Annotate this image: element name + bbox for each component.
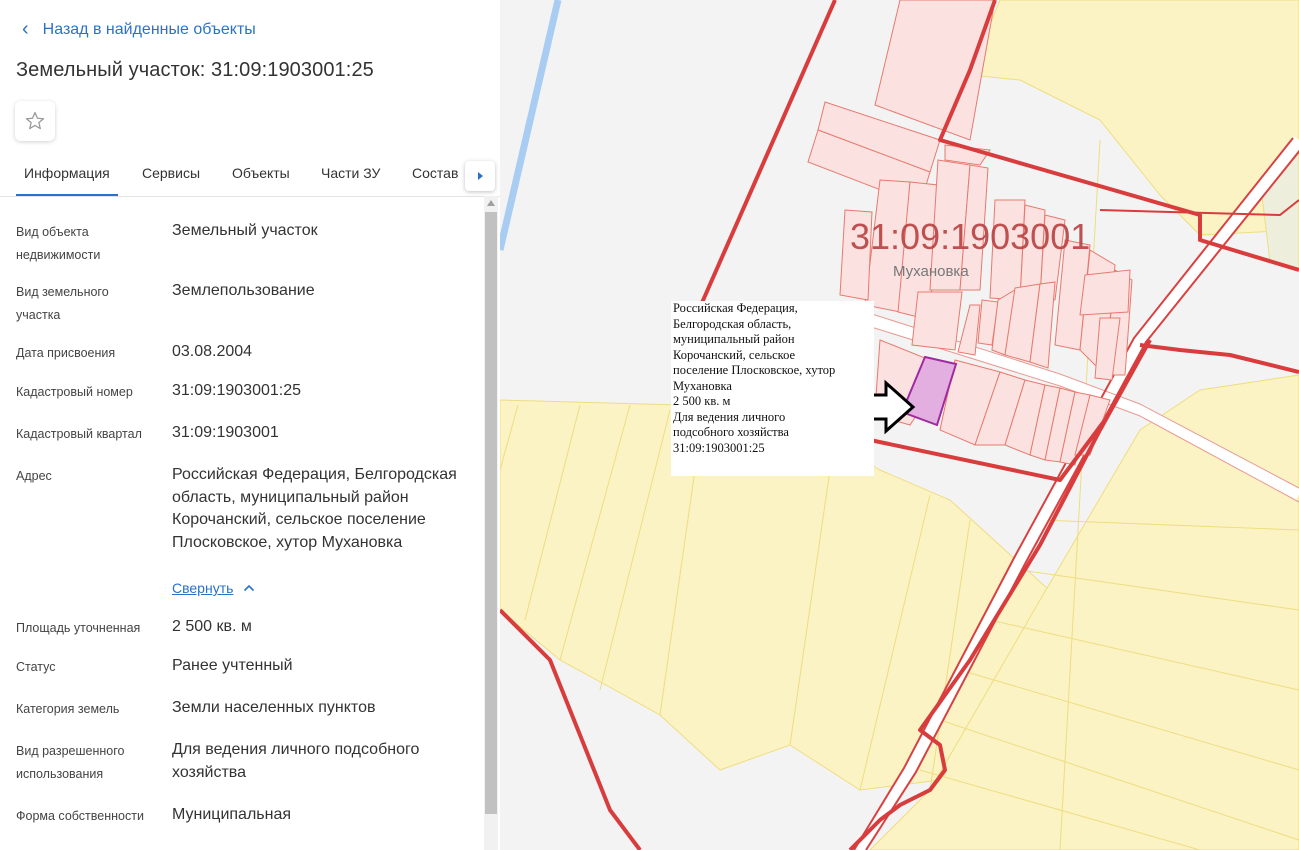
field-value-cadastral-quarter: 31:09:1903001: [172, 424, 279, 441]
callout-line: муниципальный район: [673, 332, 795, 346]
chevron-up-icon: [244, 584, 255, 592]
field-label-land-category: Категория земель: [16, 702, 120, 716]
callout-line: поселение Плосковское, хутор: [673, 363, 836, 377]
tab-bar: Информация Сервисы Объекты Части ЗУ Сост…: [0, 152, 500, 197]
parcel: [1079, 269, 1131, 316]
callout-line: подсобного хозяйства: [673, 425, 789, 439]
field-value-ownership: Муниципальная: [172, 806, 292, 823]
field-label-ownership: Форма собственности: [16, 809, 144, 823]
caret-right-icon: [478, 172, 483, 180]
field-label-status: Статус: [16, 660, 56, 674]
field-value-object-type: Земельный участок: [172, 222, 318, 239]
tab-information[interactable]: Информация: [16, 152, 118, 196]
field-label-permitted-use: Вид разрешенного использования: [16, 744, 125, 781]
tab-parts-label: Части ЗУ: [321, 165, 381, 181]
star-icon: [25, 111, 45, 130]
field-value-assign-date: 03.08.2004: [172, 343, 253, 360]
field-label-assign-date: Дата присвоения: [16, 346, 116, 360]
field-value-permitted-use: Для ведения личного подсобного хозяйства: [172, 741, 420, 781]
parcel-callout: Российская Федерация, Белгородская облас…: [671, 301, 874, 476]
field-value-parcel-type: Землепользование: [172, 282, 315, 299]
chevron-left-icon: ‹: [22, 18, 29, 40]
callout-line: Для ведения личного: [673, 409, 786, 424]
favorite-button[interactable]: [15, 101, 55, 141]
info-panel: ‹ Назад в найденные объекты Земельный уч…: [0, 0, 501, 850]
page-title: Земельный участок: 31:09:1903001:25: [16, 59, 374, 81]
collapse-link-label: Свернуть: [172, 580, 234, 596]
tab-composition-label: Состав: [412, 165, 459, 181]
collapse-address-link[interactable]: Свернуть: [172, 580, 255, 596]
field-label-object-type: Вид объекта недвижимости: [16, 225, 101, 262]
tab-services[interactable]: Сервисы: [142, 152, 200, 194]
tab-services-label: Сервисы: [142, 165, 201, 181]
tab-objects-label: Объекты: [232, 165, 290, 181]
callout-line: Корочанский, сельское: [673, 347, 796, 362]
panel-scrollbar[interactable]: [484, 196, 498, 850]
callout-line: 2 500 кв. м: [673, 394, 731, 408]
field-label-parcel-type: Вид земельного участка: [16, 285, 109, 322]
field-value-address: Российская Федерация, Белгородская облас…: [172, 466, 457, 551]
callout-line: Российская Федерация,: [673, 301, 798, 315]
scroll-thumb[interactable]: [485, 212, 497, 814]
field-label-cadastral-number: Кадастровый номер: [16, 385, 133, 399]
tabs-scroll-right-button[interactable]: [465, 161, 495, 191]
callout-line: 31:09:1903001:25: [673, 440, 765, 455]
tab-composition[interactable]: Состав: [412, 152, 458, 194]
parcel: [911, 291, 963, 351]
field-label-area: Площадь уточненная: [16, 621, 141, 635]
field-label-address: Адрес: [16, 469, 52, 483]
callout-line: Белгородская область,: [673, 316, 792, 331]
field-label-cadastral-quarter: Кадастровый квартал: [16, 427, 142, 441]
tab-objects[interactable]: Объекты: [232, 152, 290, 194]
quarter-label: 31:09:1903001: [850, 216, 1090, 257]
field-value-cadastral-number: 31:09:1903001:25: [172, 382, 302, 399]
scroll-up-icon: [487, 200, 495, 206]
field-value-area: 2 500 кв. м: [172, 618, 252, 635]
place-label: Мухановка: [893, 263, 969, 280]
map-canvas: 31:09:1903001 Мухановка: [500, 0, 1299, 850]
tab-parts[interactable]: Части ЗУ: [321, 152, 380, 194]
back-link-label: Назад в найденные объекты: [42, 21, 256, 38]
field-value-status: Ранее учтенный: [172, 657, 293, 674]
field-value-land-category: Земли населенных пунктов: [172, 699, 376, 716]
callout-line: Мухановка: [673, 378, 732, 393]
tab-information-label: Информация: [24, 165, 110, 181]
back-link[interactable]: ‹ Назад в найденные объекты: [22, 19, 256, 41]
cadastral-map[interactable]: 31:09:1903001 Мухановка Российская Федер…: [500, 0, 1299, 850]
